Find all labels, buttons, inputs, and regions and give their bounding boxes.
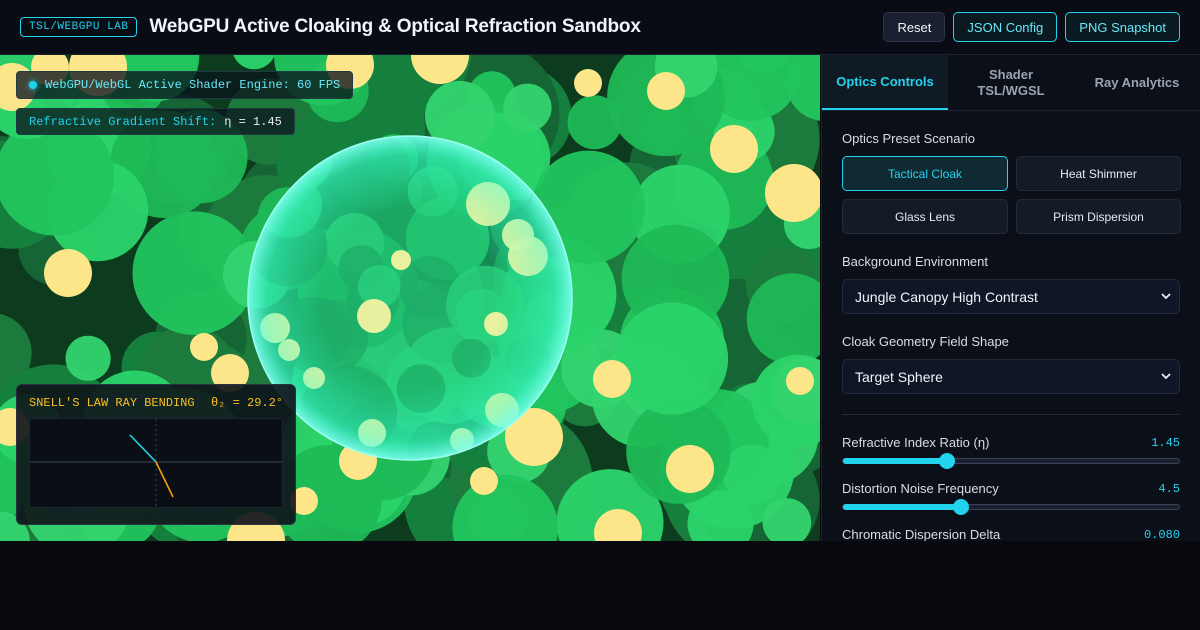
tab-shader-label: Shader TSL/WGSL: [977, 66, 1045, 98]
gradient-shift-value: η = 1.45: [224, 114, 282, 129]
lab-badge: TSL/WEBGPU LAB: [20, 17, 138, 37]
png-snapshot-button[interactable]: PNG Snapshot: [1065, 12, 1180, 42]
snell-angle: θ₂ = 29.2°: [210, 396, 283, 410]
status-dot-icon: [29, 81, 37, 89]
chevron-down-icon: [1161, 373, 1171, 380]
slider-noise-frequency: Distortion Noise Frequency 4.5: [842, 481, 1180, 515]
snell-law-panel: SNELL'S LAW RAY BENDING θ₂ = 29.2°: [16, 384, 296, 525]
optics-panel: Optics Controls Shader TSL/WGSL Ray Anal…: [821, 55, 1200, 541]
preset-heat-shimmer[interactable]: Heat Shimmer: [1016, 156, 1181, 191]
refracted-ray: [155, 461, 174, 498]
blossom: [666, 445, 714, 493]
preset-section-label: Optics Preset Scenario: [842, 131, 975, 146]
bottom-empty-area: [0, 541, 1200, 630]
leaf-cluster: [567, 95, 622, 150]
render-viewport[interactable]: WebGPU/WebGL Active Shader Engine: 60 FP…: [0, 55, 820, 541]
environment-label: Background Environment: [842, 254, 988, 269]
snell-title: SNELL'S LAW RAY BENDING: [29, 396, 195, 410]
tab-ray-analytics[interactable]: Ray Analytics: [1074, 55, 1200, 110]
slider-value: 1.45: [1151, 435, 1180, 450]
blossom: [647, 72, 685, 110]
slider-value: 4.5: [1158, 481, 1180, 496]
slider-label: Refractive Index Ratio (η): [842, 435, 990, 450]
leaf-cluster: [65, 335, 111, 381]
chevron-down-icon: [1161, 293, 1171, 300]
geometry-select[interactable]: Target Sphere: [842, 359, 1180, 394]
slider-thumb[interactable]: [939, 453, 956, 469]
panel-tabs: Optics Controls Shader TSL/WGSL Ray Anal…: [822, 55, 1200, 111]
slider-label: Chromatic Dispersion Delta: [842, 527, 1001, 541]
engine-status-hud: WebGPU/WebGL Active Shader Engine: 60 FP…: [16, 71, 354, 99]
leaf-cluster: [615, 302, 729, 415]
blossom: [470, 467, 498, 495]
page-title: WebGPU Active Cloaking & Optical Refract…: [149, 16, 641, 37]
header-actions: Reset JSON Config PNG Snapshot: [883, 12, 1180, 42]
environment-value: Jungle Canopy High Contrast: [855, 288, 1038, 305]
blossom: [710, 125, 758, 173]
json-config-button[interactable]: JSON Config: [953, 12, 1058, 42]
leaf-cluster: [639, 106, 689, 156]
blossom: [786, 367, 814, 395]
preset-grid: Tactical Cloak Heat Shimmer Glass Lens P…: [842, 156, 1181, 234]
engine-status-text: WebGPU/WebGL Active Shader Engine: 60 FP…: [45, 78, 341, 92]
reset-button[interactable]: Reset: [883, 12, 946, 42]
slider-track[interactable]: [842, 453, 1180, 469]
slider-chromatic-dispersion: Chromatic Dispersion Delta 0.080: [842, 527, 1180, 541]
geometry-value: Target Sphere: [855, 368, 943, 385]
slider-fill: [843, 504, 961, 510]
app-header: TSL/WEBGPU LAB WebGPU Active Cloaking & …: [0, 0, 1200, 55]
leaf-cluster: [503, 83, 552, 132]
slider-label: Distortion Noise Frequency: [842, 481, 999, 496]
slider-value: 0.080: [1143, 527, 1180, 542]
tab-shader[interactable]: Shader TSL/WGSL: [948, 55, 1074, 110]
slider-fill: [843, 458, 948, 464]
preset-glass-lens[interactable]: Glass Lens: [842, 199, 1008, 234]
environment-select[interactable]: Jungle Canopy High Contrast: [842, 279, 1180, 314]
slider-track[interactable]: [842, 499, 1180, 515]
slider-thumb[interactable]: [952, 499, 969, 515]
blossom: [190, 333, 218, 361]
preset-prism-dispersion[interactable]: Prism Dispersion: [1016, 199, 1181, 234]
blossom: [593, 360, 631, 398]
gradient-shift-hud: Refractive Gradient Shift: η = 1.45: [16, 108, 295, 135]
blossom: [574, 69, 602, 97]
preset-tactical-cloak[interactable]: Tactical Cloak: [842, 156, 1008, 191]
ray-bending-plot: [29, 418, 283, 508]
geometry-label: Cloak Geometry Field Shape: [842, 334, 1009, 349]
blossom: [44, 249, 92, 297]
incident-ray: [129, 434, 157, 463]
tab-optics-controls[interactable]: Optics Controls: [822, 55, 948, 110]
section-divider: [842, 414, 1180, 415]
gradient-shift-label: Refractive Gradient Shift:: [29, 114, 217, 129]
cloak-sphere[interactable]: [247, 135, 573, 461]
slider-refractive-index: Refractive Index Ratio (η) 1.45: [842, 435, 1180, 469]
